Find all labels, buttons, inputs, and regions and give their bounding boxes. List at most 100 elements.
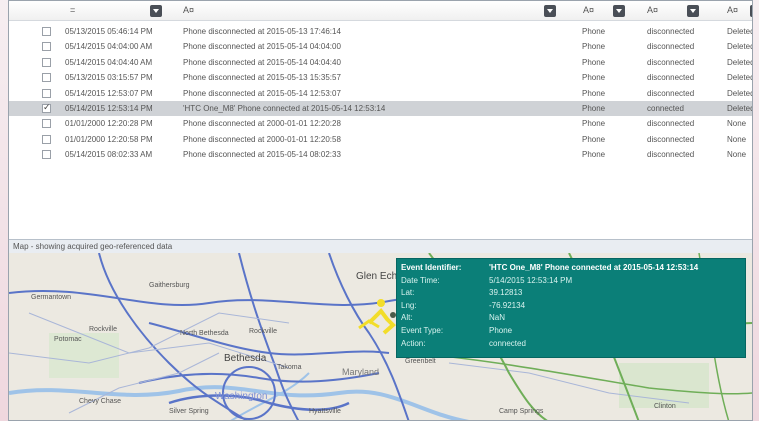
popup-value: 39.12813: [489, 288, 523, 298]
popup-value: connected: [489, 338, 526, 348]
filter-dropdown-icon[interactable]: [750, 5, 752, 17]
popup-label: Alt:: [401, 313, 413, 323]
popup-label: Lat:: [401, 288, 415, 298]
cell-event: Phone disconnected at 2015-05-14 12:53:0…: [183, 88, 341, 98]
cell-type: Phone: [582, 134, 606, 144]
popup-value: 5/14/2015 12:53:14 PM: [489, 275, 573, 285]
row-checkbox[interactable]: [42, 57, 51, 67]
filter-row: = A¤ A¤ A¤ A¤: [9, 1, 752, 21]
table-row[interactable]: 05/14/2015 12:53:07 PM Phone disconnected…: [9, 86, 752, 101]
cell-status: Deleted: [727, 104, 752, 113]
map-place-label: Gaithersburg: [149, 282, 190, 289]
filter-dropdown-icon[interactable]: [544, 5, 556, 17]
row-checkbox[interactable]: [42, 42, 51, 52]
row-checkbox[interactable]: [42, 102, 51, 113]
location-marker-icon: [377, 299, 385, 307]
cell-action: disconnected: [647, 42, 695, 52]
row-checkbox[interactable]: [42, 88, 51, 98]
cell-event: 'HTC One_M8' Phone connected at 2015-05-…: [183, 104, 386, 113]
map-place-label: North Bethesda: [180, 330, 229, 337]
cell-event: Phone disconnected at 2015-05-14 08:02:3…: [183, 150, 341, 160]
cell-event: Phone disconnected at 2000-01-01 12:20:2…: [183, 119, 341, 129]
filter-dropdown-icon[interactable]: [613, 5, 625, 17]
table-row[interactable]: 05/13/2015 05:46:14 PM Phone disconnected…: [9, 24, 752, 39]
filter-label-status: A¤: [727, 5, 739, 15]
cell-event: Phone disconnected at 2000-01-01 12:20:5…: [183, 134, 341, 144]
row-checkbox[interactable]: [42, 134, 51, 144]
map-place-label: Greenbelt: [405, 358, 436, 365]
cell-action: disconnected: [647, 57, 695, 67]
event-info-popup: Event Identifier: 'HTC One_M8' Phone conn…: [396, 258, 746, 358]
map-place-label: Takoma: [277, 364, 302, 371]
cell-type: Phone: [582, 42, 606, 52]
cell-type: Phone: [582, 73, 606, 83]
row-checkbox[interactable]: [42, 27, 51, 36]
cell-status: Deleted: [727, 57, 752, 67]
row-checkbox[interactable]: [42, 119, 51, 129]
cell-type: Phone: [582, 27, 606, 36]
map-place-label: Clinton: [654, 403, 676, 410]
map-place-label: Rockville: [89, 326, 117, 333]
cell-action: disconnected: [647, 88, 695, 98]
popup-row: Lat: 39.12813: [401, 288, 741, 299]
cell-time: 05/13/2015 03:15:57 PM: [65, 73, 153, 83]
map-place-label: Silver Spring: [169, 408, 209, 415]
map-place-label: Germantown: [31, 294, 71, 301]
cell-status: Deleted: [727, 73, 752, 83]
table-row[interactable]: 05/13/2015 03:15:57 PM Phone disconnected…: [9, 70, 752, 85]
cell-type: Phone: [582, 150, 606, 160]
cell-time: 05/14/2015 08:02:33 AM: [65, 150, 153, 160]
filter-dropdown-icon[interactable]: [150, 5, 162, 17]
background-edge-right: [753, 0, 759, 421]
map-place-label: Maryland: [342, 367, 379, 377]
cell-status: None: [727, 134, 747, 144]
popup-row: Date Time: 5/14/2015 12:53:14 PM: [401, 276, 741, 287]
table-row[interactable]: 05/14/2015 04:04:40 AM Phone disconnected…: [9, 55, 752, 70]
map-place-label: Rockville: [249, 328, 277, 335]
table-row[interactable]: 05/14/2015 08:02:33 AM Phone disconnected…: [9, 147, 752, 162]
map-place-label: Washington: [215, 391, 267, 402]
map-place-label: Bethesda: [224, 353, 267, 364]
cell-type: Phone: [582, 57, 606, 67]
cell-type: Phone: [582, 104, 606, 113]
popup-row: Alt: NaN: [401, 313, 741, 324]
cell-status: Deleted: [727, 27, 752, 36]
cell-time: 05/13/2015 05:46:14 PM: [65, 27, 153, 36]
filter-label-event: A¤: [183, 5, 195, 15]
cell-time: 05/14/2015 04:04:40 AM: [65, 57, 153, 67]
popup-value: NaN: [489, 313, 506, 323]
cell-action: disconnected: [647, 27, 695, 36]
popup-row: Lng: -76.92134: [401, 301, 741, 312]
popup-label: Lng:: [401, 300, 417, 310]
map-place-label: Hyattsville: [309, 408, 341, 415]
cell-status: None: [727, 150, 747, 160]
cell-event: Phone disconnected at 2015-05-14 04:04:4…: [183, 57, 341, 67]
table-row[interactable]: 05/14/2015 12:53:14 PM 'HTC One_M8' Phone…: [9, 101, 752, 116]
cell-status: Deleted: [727, 42, 752, 52]
popup-label: Action:: [401, 338, 426, 348]
map-place-label: Chevy Chase: [79, 398, 121, 405]
filter-dropdown-icon[interactable]: [687, 5, 699, 17]
table-row[interactable]: 05/14/2015 04:04:00 AM Phone disconnected…: [9, 39, 752, 54]
table-row[interactable]: 01/01/2000 12:20:58 PM Phone disconnected…: [9, 132, 752, 147]
cell-time: 05/14/2015 04:04:00 AM: [65, 42, 153, 52]
cell-action: disconnected: [647, 73, 695, 83]
row-checkbox[interactable]: [42, 73, 51, 83]
cell-type: Phone: [582, 119, 606, 129]
popup-value: 'HTC One_M8' Phone connected at 2015-05-…: [489, 263, 699, 272]
filter-label-action: A¤: [647, 5, 659, 15]
cell-action: connected: [647, 104, 684, 113]
cell-status: None: [727, 119, 747, 129]
cell-time: 01/01/2000 12:20:28 PM: [65, 119, 153, 129]
popup-row: Event Identifier: 'HTC One_M8' Phone conn…: [401, 263, 741, 274]
cell-type: Phone: [582, 88, 606, 98]
background-edge-left: [0, 0, 8, 421]
events-grid: = A¤ A¤ A¤ A¤ 05/13/2015 05:46:14 PM Phon…: [9, 1, 752, 239]
table-row[interactable]: 01/01/2000 12:20:28 PM Phone disconnected…: [9, 116, 752, 131]
popup-value: -76.92134: [489, 300, 526, 310]
map-header: Map - showing acquired geo-referenced da…: [9, 239, 752, 253]
cell-time: 05/14/2015 12:53:07 PM: [65, 88, 153, 98]
row-checkbox[interactable]: [42, 150, 51, 160]
filter-label-time: =: [70, 5, 76, 15]
cell-event: Phone disconnected at 2015-05-13 15:35:5…: [183, 73, 341, 83]
